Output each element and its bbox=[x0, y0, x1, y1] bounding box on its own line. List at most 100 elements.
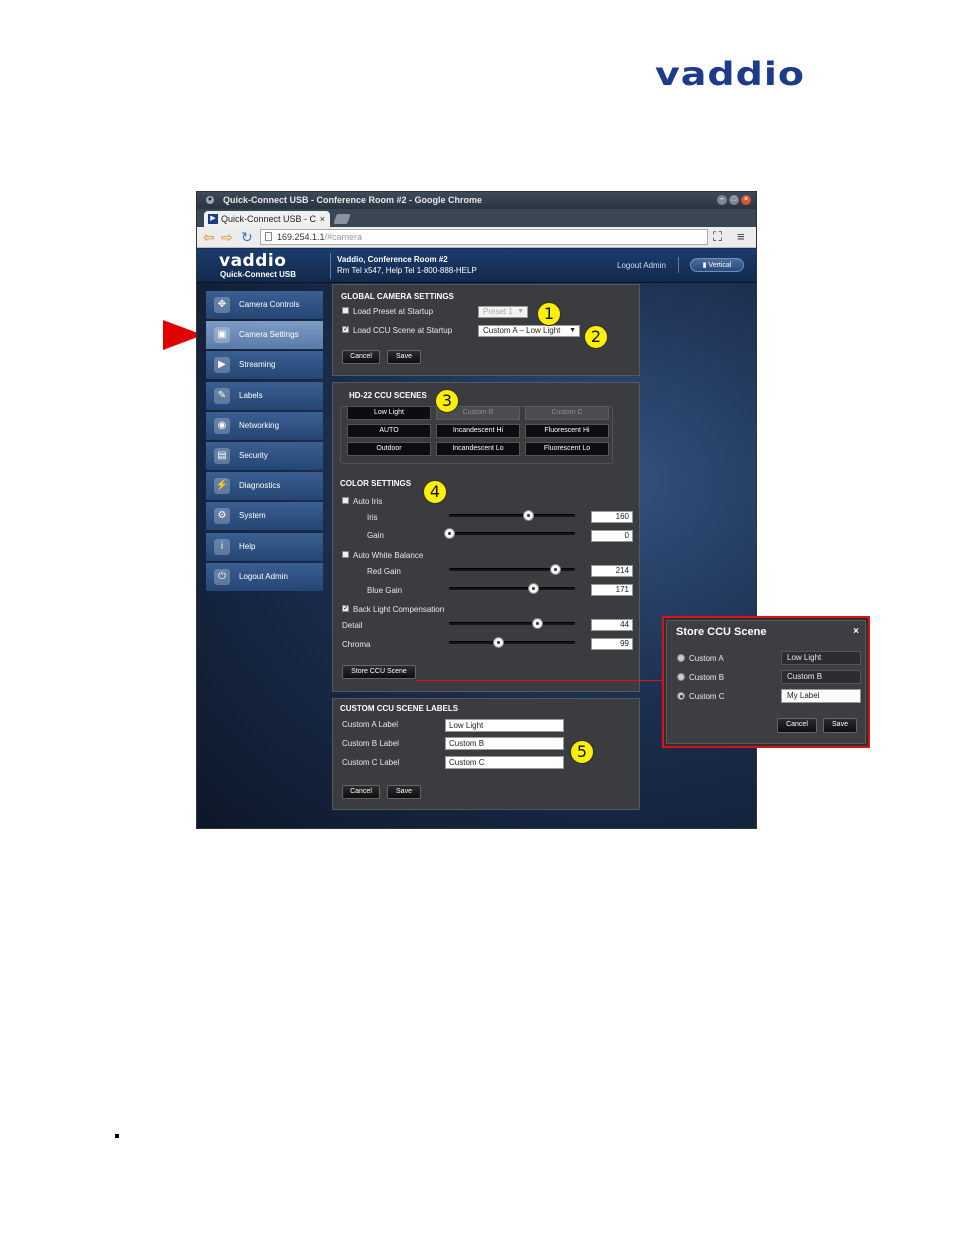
cancel-button[interactable]: Cancel bbox=[342, 785, 380, 799]
custom-c-field[interactable]: My Label bbox=[781, 689, 861, 703]
vaddio-logo: vaddio bbox=[655, 55, 805, 93]
browser-titlebar: ● Quick-Connect USB - Conference Room #2… bbox=[197, 192, 756, 209]
custom-b-field[interactable]: Custom B bbox=[781, 670, 861, 684]
blue-gain-value[interactable]: 171 bbox=[591, 584, 633, 596]
dialog-title: Store CCU Scene bbox=[676, 626, 767, 638]
scene-button[interactable]: AUTO bbox=[347, 424, 431, 438]
slider-knob[interactable] bbox=[532, 618, 543, 629]
custom-a-field[interactable]: Low Light bbox=[781, 651, 861, 665]
menu-icon[interactable]: ≡ bbox=[737, 229, 745, 245]
scene-button[interactable]: Fluorescent Hi bbox=[525, 424, 609, 438]
sidebar-item-logout[interactable]: ⏻ Logout Admin bbox=[206, 562, 323, 591]
forward-icon[interactable]: ⇨ bbox=[221, 229, 233, 245]
sidebar-item-help[interactable]: i Help bbox=[206, 532, 323, 561]
custom-c-input[interactable]: Custom C bbox=[445, 756, 564, 769]
auto-white-balance-checkbox[interactable] bbox=[342, 551, 349, 558]
gain-value[interactable]: 0 bbox=[591, 530, 633, 542]
custom-a-radio[interactable] bbox=[677, 654, 685, 662]
sidebar-item-label: Labels bbox=[239, 390, 263, 400]
slider-knob[interactable] bbox=[528, 583, 540, 594]
custom-a-input[interactable]: Low Light bbox=[445, 719, 564, 732]
detail-slider[interactable] bbox=[449, 618, 575, 630]
scene-button[interactable]: Outdoor bbox=[347, 442, 431, 456]
auto-iris-checkbox[interactable] bbox=[342, 497, 349, 504]
scene-button[interactable]: Custom C bbox=[525, 406, 609, 420]
sidebar-item-labels[interactable]: ✎ Labels bbox=[206, 381, 323, 410]
load-ccu-label: Load CCU Scene at Startup bbox=[353, 326, 453, 335]
scene-button[interactable]: Incandescent Lo bbox=[436, 442, 520, 456]
sidebar-item-security[interactable]: ▤ Security bbox=[206, 441, 323, 470]
vertical-layout-button[interactable]: ▮ Vertical bbox=[690, 258, 744, 272]
custom-b-input[interactable]: Custom B bbox=[445, 737, 564, 750]
maximize-icon[interactable]: □ bbox=[729, 195, 739, 205]
callout-2: 2 bbox=[584, 325, 608, 349]
address-bar[interactable]: 169.254.1.1/#camera bbox=[260, 229, 708, 245]
dialog-cancel-button[interactable]: Cancel bbox=[777, 718, 817, 733]
ccu-scene-select[interactable]: Custom A – Low Light ▼ bbox=[478, 325, 580, 337]
slider-knob[interactable] bbox=[444, 528, 455, 539]
chrome-app-icon: ● bbox=[206, 196, 214, 204]
save-button[interactable]: Save bbox=[387, 785, 421, 799]
iris-value[interactable]: 160 bbox=[591, 511, 633, 523]
sidebar-item-diagnostics[interactable]: ⚡ Diagnostics bbox=[206, 472, 323, 501]
fullscreen-icon[interactable]: ⛶ bbox=[713, 229, 722, 245]
sidebar-item-networking[interactable]: ◉ Networking bbox=[206, 411, 323, 440]
sidebar-item-camera-controls[interactable]: ✥ Camera Controls bbox=[206, 291, 323, 319]
scene-button[interactable]: Fluorescent Lo bbox=[525, 442, 609, 456]
logout-link[interactable]: Logout Admin bbox=[617, 261, 666, 270]
dialog-save-button[interactable]: Save bbox=[823, 718, 857, 733]
sidebar-item-label: Logout Admin bbox=[239, 571, 288, 581]
load-ccu-checkbox[interactable]: ✓ bbox=[342, 326, 349, 333]
panel-title: CUSTOM CCU SCENE LABELS bbox=[340, 704, 459, 713]
sidebar-item-label: Diagnostics bbox=[239, 481, 281, 491]
slider-knob[interactable] bbox=[523, 510, 535, 521]
tab-close-icon[interactable]: × bbox=[320, 211, 325, 227]
slider-knob[interactable] bbox=[549, 564, 561, 575]
slider-knob[interactable] bbox=[492, 637, 504, 648]
callout-connector-line bbox=[415, 680, 664, 681]
sidebar-item-label: System bbox=[239, 511, 266, 521]
scene-button[interactable]: Incandescent Hi bbox=[436, 424, 520, 438]
callout-3: 3 bbox=[435, 389, 459, 413]
sidebar-item-system[interactable]: ⚙ System bbox=[206, 502, 323, 531]
save-button[interactable]: Save bbox=[387, 350, 421, 364]
red-gain-slider[interactable] bbox=[449, 564, 575, 576]
page-icon bbox=[265, 232, 272, 241]
custom-c-label: Custom C Label bbox=[342, 758, 400, 767]
detail-value[interactable]: 44 bbox=[591, 619, 633, 631]
minimize-icon[interactable]: – bbox=[717, 195, 727, 205]
chroma-slider[interactable] bbox=[449, 637, 575, 649]
header-divider bbox=[678, 257, 679, 273]
scene-button[interactable]: Low Light bbox=[347, 406, 431, 420]
app-logo: vaddio bbox=[219, 251, 287, 271]
backlight-compensation-checkbox[interactable]: ✓ bbox=[342, 605, 349, 612]
browser-tab[interactable]: ▶ Quick-Connect USB - C × bbox=[204, 211, 330, 227]
close-icon[interactable]: × bbox=[853, 626, 859, 637]
tab-strip: ▶ Quick-Connect USB - C × bbox=[197, 209, 756, 227]
chroma-value[interactable]: 99 bbox=[591, 638, 633, 650]
iris-slider[interactable] bbox=[449, 510, 575, 522]
custom-c-radio[interactable] bbox=[677, 692, 685, 700]
cancel-button[interactable]: Cancel bbox=[342, 350, 380, 364]
bullet-point bbox=[115, 1134, 119, 1138]
reload-icon[interactable]: ↻ bbox=[241, 229, 253, 245]
red-gain-value[interactable]: 214 bbox=[591, 565, 633, 577]
new-tab-button[interactable] bbox=[333, 214, 351, 224]
load-preset-checkbox[interactable] bbox=[342, 307, 349, 314]
product-name: Quick-Connect USB bbox=[220, 270, 297, 279]
preset-select[interactable]: Preset 1 ▼ bbox=[478, 306, 528, 318]
camera-controls-icon: ✥ bbox=[214, 297, 230, 313]
sidebar-item-label: Camera Controls bbox=[239, 300, 300, 309]
sidebar-item-streaming[interactable]: ▶ Streaming bbox=[206, 351, 323, 380]
back-icon[interactable]: ⇦ bbox=[203, 229, 215, 245]
sidebar-item-camera-settings[interactable]: ▣ Camera Settings bbox=[206, 321, 323, 350]
gain-slider[interactable] bbox=[444, 528, 575, 540]
blue-gain-slider[interactable] bbox=[449, 583, 575, 595]
close-window-icon[interactable]: × bbox=[741, 195, 751, 205]
iris-label: Iris bbox=[367, 513, 378, 522]
custom-b-radio[interactable] bbox=[677, 673, 685, 681]
diagnostics-icon: ⚡ bbox=[214, 478, 230, 495]
sidebar-item-label: Streaming bbox=[239, 360, 276, 370]
security-icon: ▤ bbox=[214, 447, 230, 464]
store-ccu-scene-button[interactable]: Store CCU Scene bbox=[342, 665, 416, 679]
